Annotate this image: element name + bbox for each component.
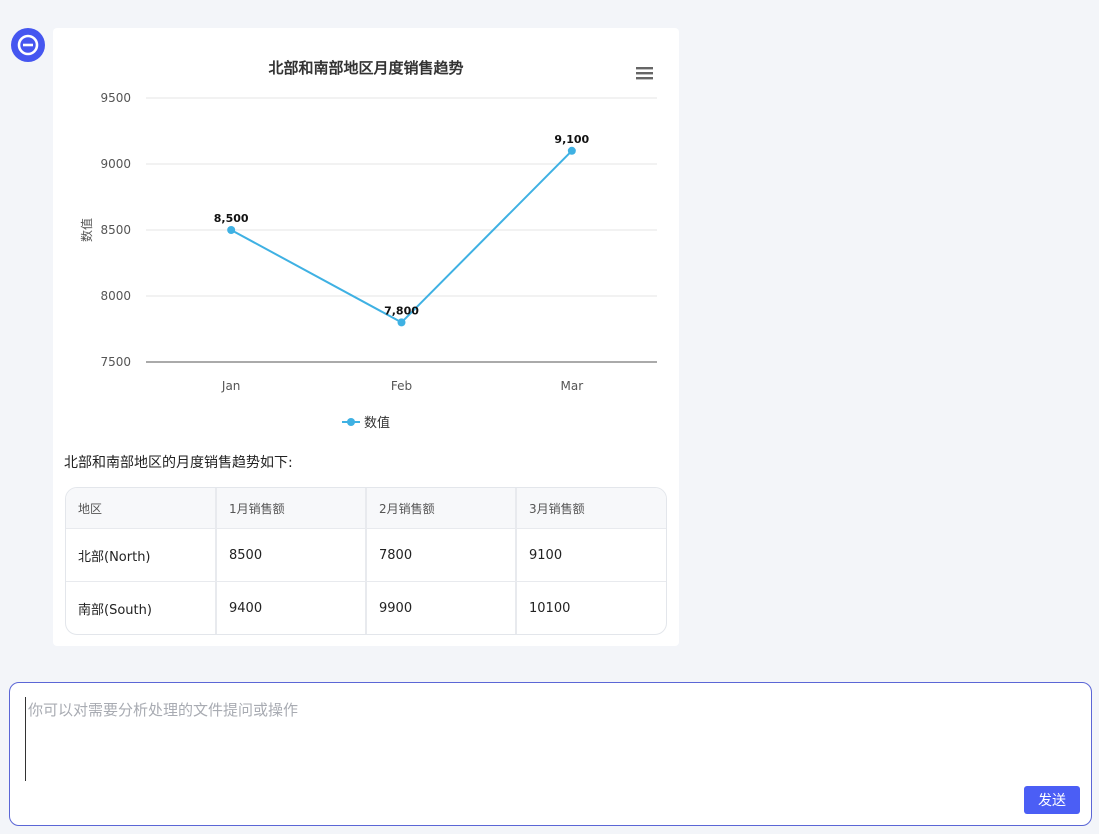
- table-cell: 7800: [366, 528, 517, 582]
- y-tick-label: 9000: [100, 157, 131, 171]
- chart-legend[interactable]: 数值: [342, 415, 390, 431]
- table-cell: 9400: [216, 581, 367, 634]
- logo-e-icon: [17, 34, 39, 56]
- chart-title: 北部和南部地区月度销售趋势: [268, 59, 463, 77]
- table-header-cell: 1月销售额: [216, 488, 367, 529]
- data-label: 9,100: [554, 133, 589, 146]
- x-tick-label: Jan: [221, 379, 241, 393]
- table-cell: 南部(South): [66, 581, 217, 634]
- y-tick-label: 8500: [100, 223, 131, 237]
- table-cell: 8500: [216, 528, 367, 582]
- table-row: 南部(South) 9400 9900 10100: [66, 581, 666, 634]
- message-intro-text: 北部和南部地区的月度销售趋势如下:: [64, 455, 293, 471]
- line-chart: 北部和南部地区月度销售趋势 数值 7500 8000 8500 9000 9500 Jan…: [79, 59, 657, 431]
- table-header-cell: 地区: [66, 488, 217, 529]
- table-header-cell: 2月销售额: [366, 488, 517, 529]
- y-tick-label: 7500: [100, 355, 131, 369]
- legend-marker: [347, 418, 355, 426]
- sales-table: 地区 1月销售额 2月销售额 3月销售额 北部(North) 8500 7800…: [65, 487, 667, 635]
- table-cell: 北部(North): [66, 528, 217, 582]
- y-tick-label: 9500: [100, 91, 131, 105]
- y-axis-label: 数值: [79, 218, 94, 242]
- chart-menu-icon[interactable]: [634, 64, 656, 82]
- assistant-avatar: [11, 28, 45, 62]
- series-line: [230, 150, 573, 324]
- table-cell: 9900: [366, 581, 517, 634]
- chat-input-box: 发送: [9, 682, 1092, 826]
- chat-input[interactable]: [25, 697, 1070, 781]
- data-point[interactable]: [567, 146, 576, 155]
- x-tick-label: Feb: [391, 379, 412, 393]
- table-header-cell: 3月销售额: [516, 488, 666, 529]
- y-tick-label: 8000: [100, 289, 131, 303]
- table-cell: 10100: [529, 600, 571, 616]
- table-row: 北部(North) 8500 7800 9100: [66, 528, 666, 582]
- data-label: 7,800: [384, 304, 419, 317]
- legend-label: 数值: [364, 415, 390, 431]
- assistant-message-card: 北部和南部地区月度销售趋势 数值 7500 8000 8500 9000 9500 Jan…: [53, 28, 679, 646]
- send-button[interactable]: 发送: [1024, 786, 1080, 814]
- data-point[interactable]: [397, 318, 406, 327]
- data-label: 8,500: [214, 212, 249, 225]
- data-point[interactable]: [227, 226, 236, 234]
- table-cell: 9100: [516, 528, 666, 582]
- table-header-row: 地区 1月销售额 2月销售额 3月销售额: [66, 488, 666, 529]
- x-tick-label: Mar: [561, 379, 584, 393]
